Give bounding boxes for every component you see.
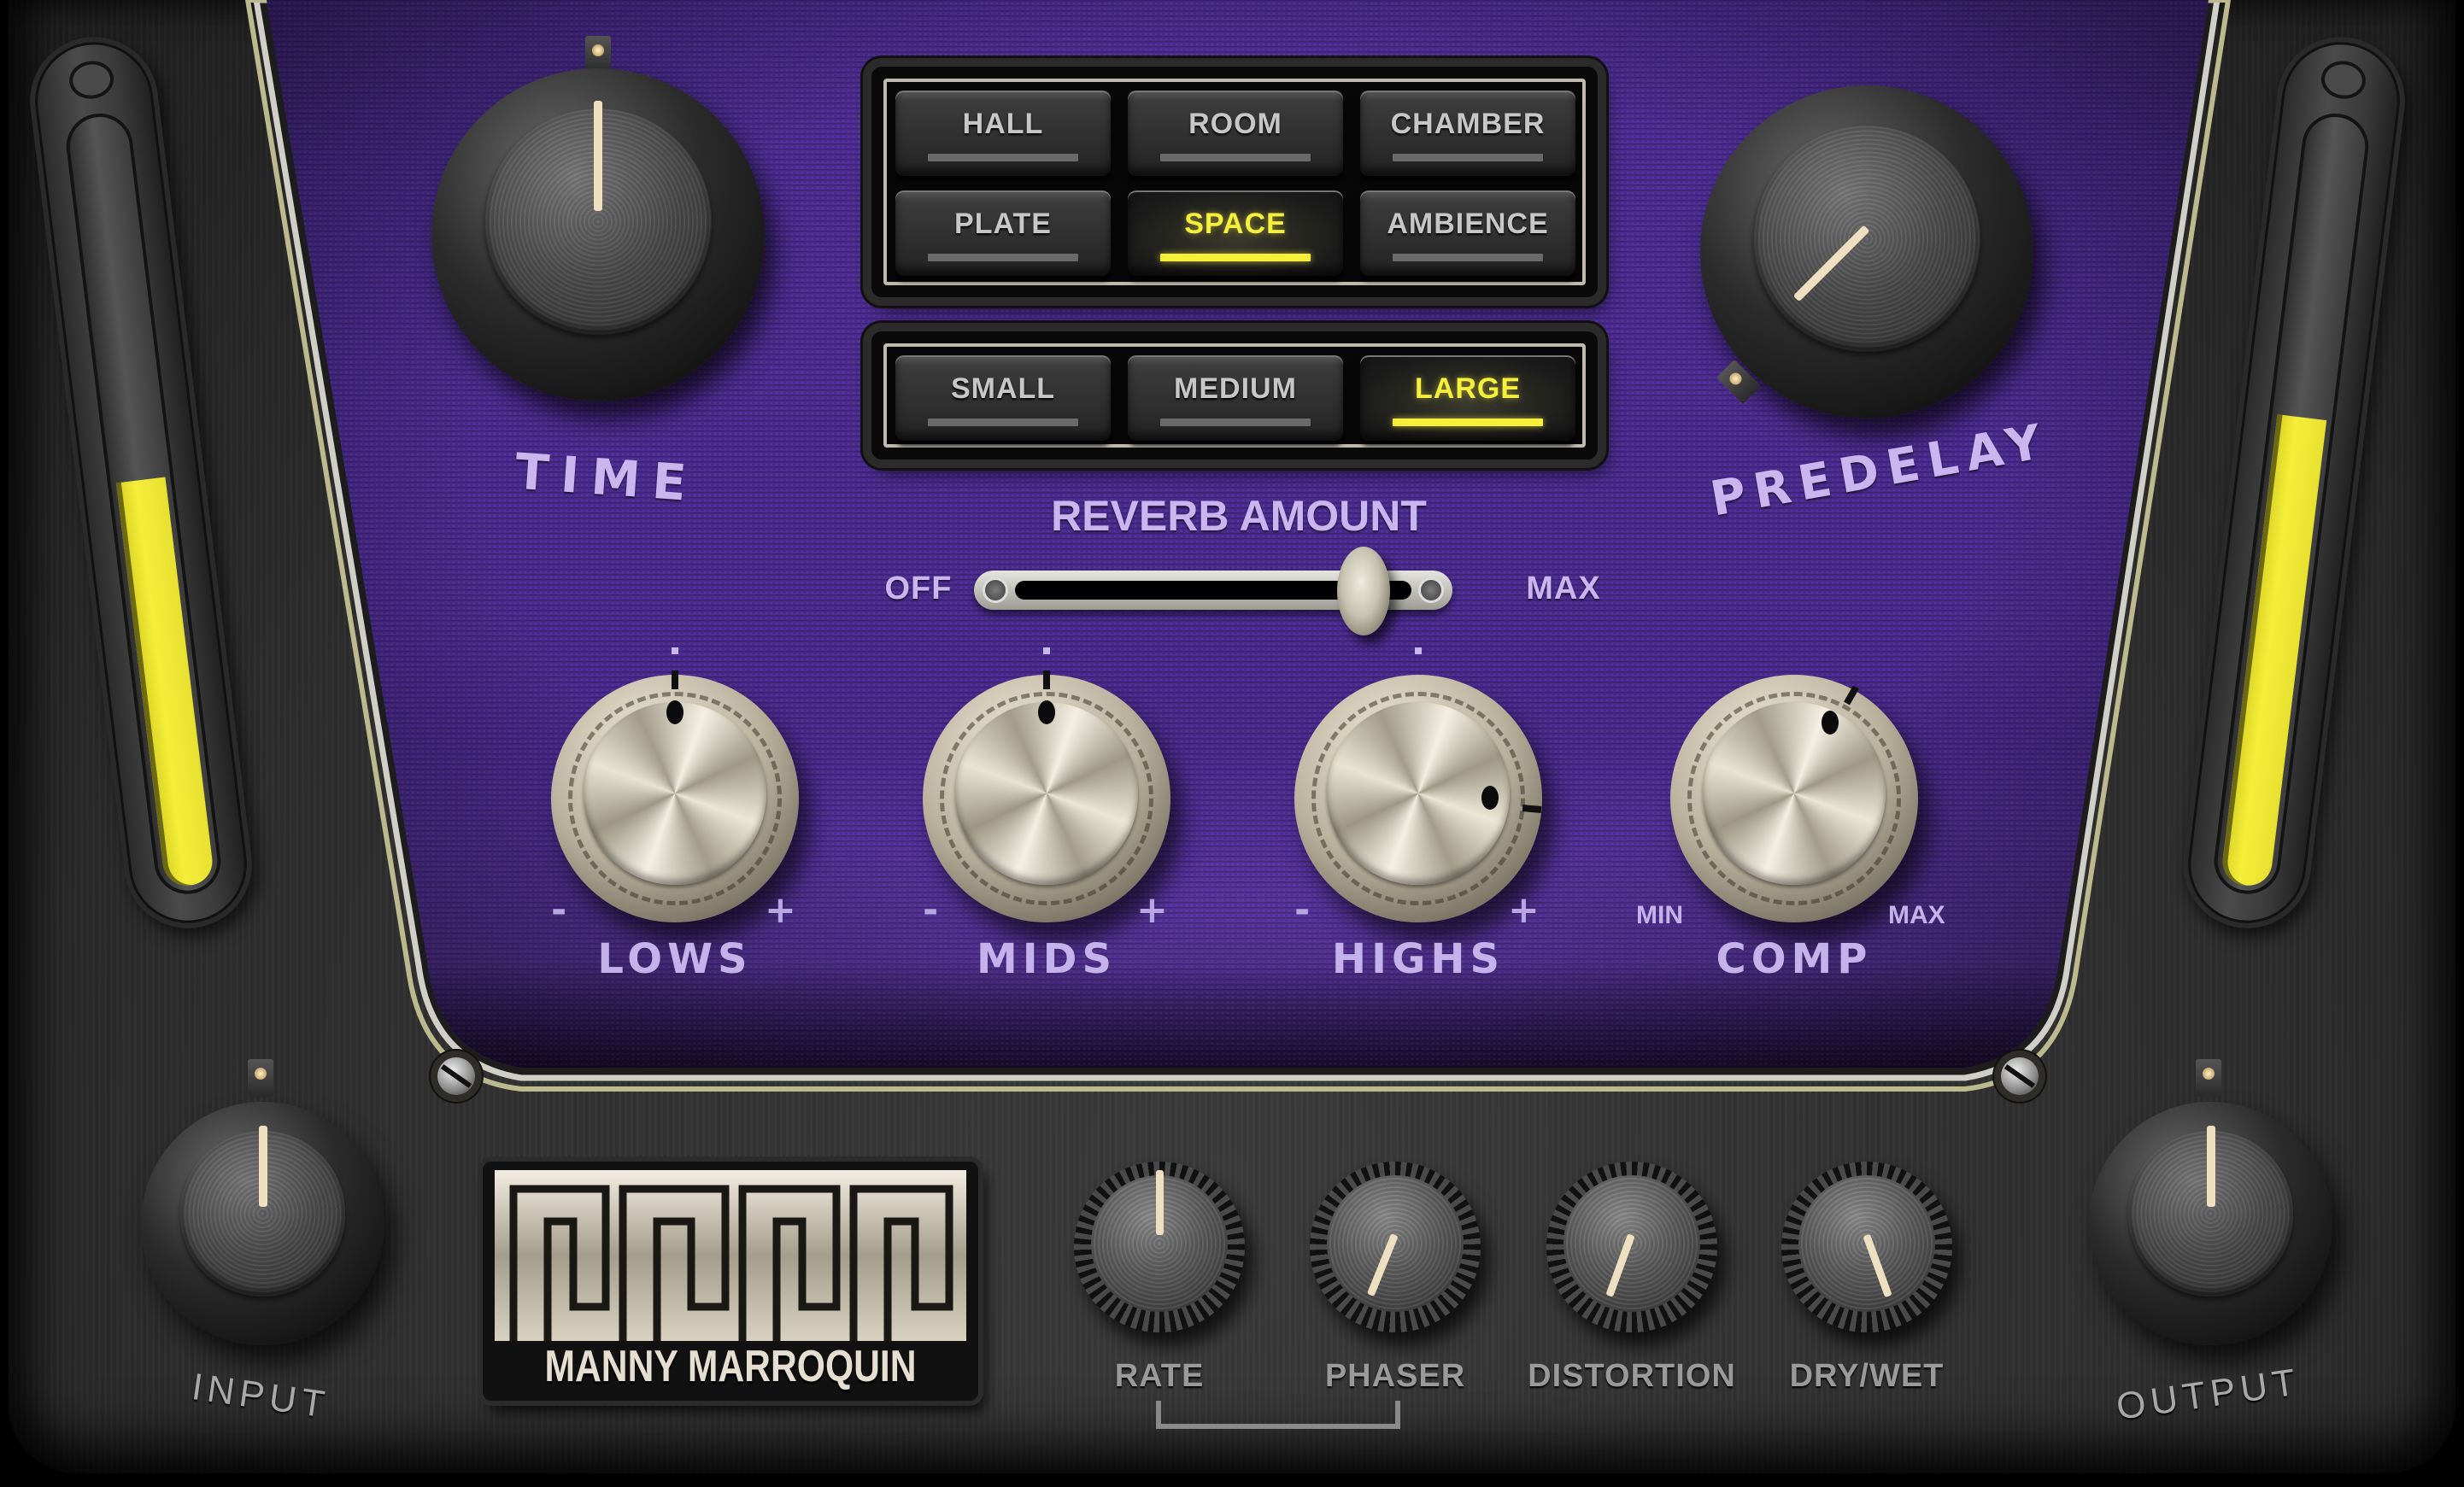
reverb-size-button-small[interactable]: SMALL xyxy=(895,355,1111,441)
input-meter-fill xyxy=(115,477,215,888)
lows-min-label: - xyxy=(551,888,567,932)
meter-hole xyxy=(2319,58,2368,102)
time-knob[interactable] xyxy=(431,68,765,401)
knob-cap xyxy=(954,701,1139,886)
reverb-amount-slider-thumb[interactable] xyxy=(1337,547,1390,635)
rate-label: RATE xyxy=(1114,1358,1205,1394)
meter-hole xyxy=(67,58,116,102)
knob-notch xyxy=(1043,670,1050,689)
knob-position-dot xyxy=(1481,786,1499,811)
lows-max-label: + xyxy=(765,888,796,932)
selector-frame: SMALL MEDIUM LARGE xyxy=(883,343,1586,448)
indicator-bar xyxy=(928,154,1078,161)
active-indicator-bar xyxy=(1160,254,1311,261)
indicator-bar xyxy=(928,254,1078,261)
knob-notch xyxy=(672,670,678,689)
reverb-type-button-room[interactable]: ROOM xyxy=(1128,91,1343,176)
button-label: SMALL xyxy=(950,372,1056,405)
button-label: CHAMBER xyxy=(1390,108,1546,140)
selector-frame: HALL ROOM CHAMBER PLATE SPACE AMBIENCE xyxy=(883,79,1586,285)
reverb-type-button-plate[interactable]: PLATE xyxy=(895,190,1111,276)
indicator-bar xyxy=(928,419,1078,426)
lows-knob[interactable] xyxy=(551,670,799,922)
reverb-size-selector: SMALL MEDIUM LARGE xyxy=(871,331,1598,460)
lows-label: LOWS xyxy=(597,935,753,983)
reverb-size-button-medium[interactable]: MEDIUM xyxy=(1128,355,1343,441)
knob-position-dot xyxy=(666,700,683,724)
output-led-indicator xyxy=(2196,1059,2221,1097)
mids-min-label: - xyxy=(923,888,939,932)
reverb-type-selector: HALL ROOM CHAMBER PLATE SPACE AMBIENCE xyxy=(871,67,1598,297)
slider-endcap-left xyxy=(983,577,1008,603)
active-indicator-bar xyxy=(1393,419,1543,426)
comp-min-label: MIN xyxy=(1636,901,1683,929)
indicator-bar xyxy=(1393,254,1543,261)
center-tick-mark xyxy=(1415,647,1422,654)
center-tick-mark xyxy=(672,647,678,654)
mids-label: MIDS xyxy=(976,935,1118,983)
reverb-type-button-chamber[interactable]: CHAMBER xyxy=(1360,91,1575,176)
center-tick-mark xyxy=(1043,647,1050,654)
reverb-type-button-space[interactable]: SPACE xyxy=(1128,190,1343,276)
predelay-knob[interactable] xyxy=(1700,85,2033,419)
panel-screw-right xyxy=(2001,1057,2039,1095)
rate-phaser-link-bracket xyxy=(1156,1401,1400,1429)
button-label: HALL xyxy=(962,108,1044,140)
panel-screw-left xyxy=(437,1057,475,1095)
mids-max-label: + xyxy=(1136,888,1168,932)
knob-cap xyxy=(1753,125,1980,352)
indicator-bar xyxy=(1160,154,1311,161)
indicator-bar xyxy=(1160,419,1311,426)
reverb-amount-max-label: MAX xyxy=(1526,571,1601,606)
dry-wet-label: DRY/WET xyxy=(1789,1358,1945,1394)
indicator-bar xyxy=(1393,154,1543,161)
knob-cap xyxy=(583,701,767,886)
knob-position-dot xyxy=(1038,700,1055,724)
button-label: SPACE xyxy=(1184,208,1287,240)
comp-label: COMP xyxy=(1716,935,1873,983)
distortion-label: DISTORTION xyxy=(1528,1358,1736,1394)
brand-name: MANNY MARROQUIN xyxy=(544,1342,917,1391)
reverb-type-button-ambience[interactable]: AMBIENCE xyxy=(1360,190,1575,276)
reverb-size-button-large[interactable]: LARGE xyxy=(1360,355,1575,441)
mm-logo-mark xyxy=(495,1170,966,1341)
mids-knob[interactable] xyxy=(923,670,1170,922)
dry-wet-knob[interactable] xyxy=(1781,1162,1952,1332)
phaser-label: PHASER xyxy=(1324,1358,1466,1394)
rate-knob[interactable] xyxy=(1074,1162,1245,1332)
output-knob[interactable] xyxy=(2089,1102,2332,1345)
reverb-amount-label: REVERB AMOUNT xyxy=(1051,492,1427,540)
button-label: LARGE xyxy=(1415,372,1521,405)
comp-max-label: MAX xyxy=(1888,901,1945,929)
highs-knob[interactable] xyxy=(1294,675,1542,922)
button-label: PLATE xyxy=(954,208,1052,240)
output-meter-fill xyxy=(2220,414,2327,888)
manny-marroquin-logo: MANNY MARROQUIN xyxy=(483,1162,978,1401)
phaser-knob[interactable] xyxy=(1310,1162,1481,1332)
highs-label: HIGHS xyxy=(1331,935,1505,983)
comp-knob[interactable] xyxy=(1670,675,1918,922)
knob-cap xyxy=(1702,701,1886,886)
reverb-amount-min-label: OFF xyxy=(884,571,953,606)
input-led-indicator xyxy=(248,1059,273,1097)
input-knob[interactable] xyxy=(141,1102,384,1345)
highs-min-label: - xyxy=(1294,888,1311,932)
knob-position-dot xyxy=(1822,710,1839,735)
distortion-knob[interactable] xyxy=(1546,1162,1717,1332)
slider-endcap-right xyxy=(1418,577,1444,603)
button-label: MEDIUM xyxy=(1174,372,1297,405)
reverb-plugin-window: TIME PREDELAY HALL ROOM CHAMBER PLATE SPACE A… xyxy=(0,0,2464,1487)
reverb-type-button-hall[interactable]: HALL xyxy=(895,91,1111,176)
highs-max-label: + xyxy=(1508,888,1540,932)
button-label: ROOM xyxy=(1188,108,1282,140)
button-label: AMBIENCE xyxy=(1387,208,1549,240)
